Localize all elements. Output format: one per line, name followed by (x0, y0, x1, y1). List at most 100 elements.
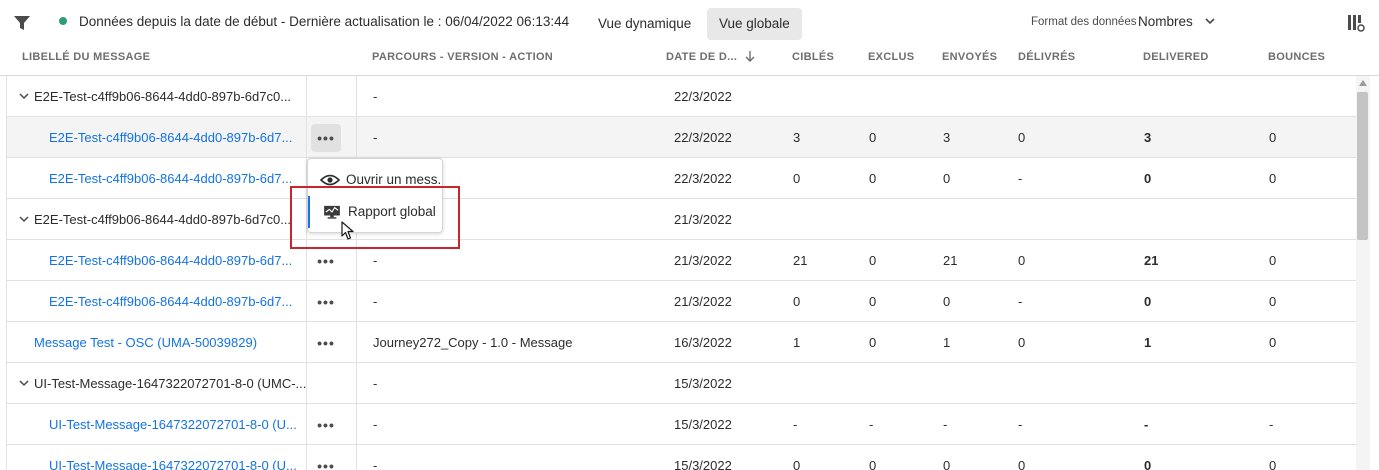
bounces-cell: 0 (1269, 253, 1277, 268)
table-row[interactable]: E2E-Test-c4ff9b06-8644-4dd0-897b-6d7... … (7, 281, 1356, 322)
date-cell: 22/3/2022 (674, 89, 732, 104)
message-label: UI-Test-Message-1647322072701-8-0 (UMC-.… (34, 376, 307, 391)
journey-cell: Journey272_Copy - 1.0 - Message (373, 335, 573, 350)
table-row[interactable]: E2E-Test-c4ff9b06-8644-4dd0-897b-6d7... … (7, 158, 1356, 199)
journey-cell: - (373, 417, 378, 432)
table-row[interactable]: UI-Test-Message-1647322072701-8-0 (U... … (7, 445, 1356, 470)
date-cell: 21/3/2022 (674, 294, 732, 309)
date-cell: 22/3/2022 (674, 171, 732, 186)
delivered-fr-cell: 0 (1018, 458, 1026, 470)
targeted-cell: 0 (793, 294, 801, 309)
data-format-select[interactable]: Nombres (1138, 14, 1215, 29)
delivered-fr-cell: - (1018, 294, 1023, 309)
more-actions-button[interactable]: ••• (311, 411, 341, 439)
date-cell: 15/3/2022 (674, 458, 732, 470)
sent-cell: 21 (943, 253, 958, 268)
delivered-cell: 0 (1144, 171, 1152, 186)
scroll-up-arrow-icon[interactable] (1359, 80, 1367, 86)
col-date-header[interactable]: DATE DE D... (666, 51, 737, 63)
journey-cell: - (373, 458, 378, 470)
date-cell: 15/3/2022 (674, 376, 732, 391)
delivered-cell: 1 (1144, 335, 1152, 350)
table-row[interactable]: E2E-Test-c4ff9b06-8644-4dd0-897b-6d7c0..… (7, 76, 1356, 117)
excluded-cell: 0 (869, 253, 877, 268)
col-excluded-header[interactable]: EXCLUS (868, 51, 914, 63)
excluded-cell: 0 (869, 130, 877, 145)
chevron-down-icon[interactable] (19, 379, 29, 387)
chevron-down-icon[interactable] (19, 92, 29, 100)
table-row[interactable]: Message Test - OSC (UMA-50039829) ••• Jo… (7, 322, 1356, 363)
targeted-cell: 21 (793, 253, 808, 268)
data-format-value: Nombres (1138, 14, 1193, 29)
col-delivered-header[interactable]: DELIVERED (1143, 51, 1209, 63)
sent-cell: 1 (943, 335, 951, 350)
more-actions-button[interactable]: ••• (311, 329, 341, 357)
table-row[interactable]: UI-Test-Message-1647322072701-8-0 (UMC-.… (7, 363, 1356, 404)
excluded-cell: 0 (869, 171, 877, 186)
annotation-highlight-box (290, 186, 460, 249)
table-row[interactable]: E2E-Test-c4ff9b06-8644-4dd0-897b-6d7c0..… (7, 199, 1356, 240)
bounces-cell: 0 (1269, 294, 1277, 309)
table-row[interactable]: UI-Test-Message-1647322072701-8-0 (U... … (7, 404, 1356, 445)
scrollbar-thumb[interactable] (1357, 92, 1368, 240)
sent-cell: 0 (943, 171, 951, 186)
more-actions-button[interactable]: ••• (311, 124, 341, 152)
journey-cell: - (373, 376, 378, 391)
sent-cell: - (943, 417, 948, 432)
delivered-fr-cell: 0 (1018, 130, 1026, 145)
delivered-cell: 21 (1144, 253, 1159, 268)
message-link[interactable]: UI-Test-Message-1647322072701-8-0 (U... (49, 445, 297, 470)
delivered-fr-cell: 0 (1018, 253, 1026, 268)
dynamic-view-button[interactable]: Vue dynamique (586, 8, 703, 40)
bounces-cell: 0 (1269, 130, 1277, 145)
chevron-down-icon[interactable] (19, 215, 29, 223)
mouse-pointer-icon (341, 221, 354, 240)
table-row[interactable]: E2E-Test-c4ff9b06-8644-4dd0-897b-6d7... … (7, 117, 1356, 158)
excluded-cell: - (869, 417, 874, 432)
more-actions-button[interactable]: ••• (311, 247, 341, 275)
message-link[interactable]: E2E-Test-c4ff9b06-8644-4dd0-897b-6d7... (49, 240, 292, 281)
filter-icon[interactable] (13, 15, 31, 31)
excluded-cell: 0 (869, 335, 877, 350)
sent-cell: 0 (943, 294, 951, 309)
delivered-cell: - (1144, 417, 1149, 432)
message-link[interactable]: UI-Test-Message-1647322072701-8-0 (U... (49, 404, 297, 445)
column-settings-icon[interactable] (1347, 14, 1365, 32)
targeted-cell: - (793, 417, 798, 432)
date-cell: 22/3/2022 (674, 130, 732, 145)
col-delivered-fr-header[interactable]: DÉLIVRÉS (1018, 51, 1075, 63)
more-actions-button[interactable]: ••• (311, 452, 341, 470)
col-message-header[interactable]: LIBELLÉ DU MESSAGE (22, 51, 150, 63)
data-format-label: Format des données (1031, 16, 1137, 28)
table-header: LIBELLÉ DU MESSAGE PARCOURS - VERSION - … (0, 46, 1379, 76)
table-body: E2E-Test-c4ff9b06-8644-4dd0-897b-6d7c0..… (6, 76, 1356, 470)
date-cell: 16/3/2022 (674, 335, 732, 350)
journey-cell: - (373, 130, 378, 145)
col-bounces-header[interactable]: BOUNCES (1268, 51, 1325, 63)
excluded-cell: 0 (869, 294, 877, 309)
delivered-cell: 3 (1144, 130, 1152, 145)
delivered-cell: 0 (1144, 294, 1152, 309)
message-link[interactable]: Message Test - OSC (UMA-50039829) (34, 322, 257, 363)
eye-icon (320, 174, 340, 186)
targeted-cell: 1 (793, 335, 801, 350)
bounces-cell: 0 (1269, 458, 1277, 470)
message-label: E2E-Test-c4ff9b06-8644-4dd0-897b-6d7c0..… (34, 212, 292, 227)
targeted-cell: 0 (793, 458, 801, 470)
col-journey-header[interactable]: PARCOURS - VERSION - ACTION (372, 51, 553, 63)
col-sent-header[interactable]: ENVOYÉS (942, 51, 997, 63)
message-link[interactable]: E2E-Test-c4ff9b06-8644-4dd0-897b-6d7... (49, 281, 292, 322)
sent-cell: 3 (943, 130, 951, 145)
message-link[interactable]: E2E-Test-c4ff9b06-8644-4dd0-897b-6d7... (49, 117, 292, 158)
status-dot (59, 17, 67, 25)
journey-cell: - (373, 294, 378, 309)
table-row[interactable]: E2E-Test-c4ff9b06-8644-4dd0-897b-6d7... … (7, 240, 1356, 281)
bounces-cell: 0 (1269, 335, 1277, 350)
delivered-fr-cell: - (1018, 417, 1023, 432)
global-view-button[interactable]: Vue globale (707, 8, 802, 40)
sort-descending-icon[interactable] (745, 50, 755, 62)
col-targeted-header[interactable]: CIBLÉS (792, 51, 834, 63)
more-actions-button[interactable]: ••• (311, 288, 341, 316)
chevron-down-icon (1204, 18, 1215, 25)
message-link[interactable]: E2E-Test-c4ff9b06-8644-4dd0-897b-6d7... (49, 158, 292, 199)
